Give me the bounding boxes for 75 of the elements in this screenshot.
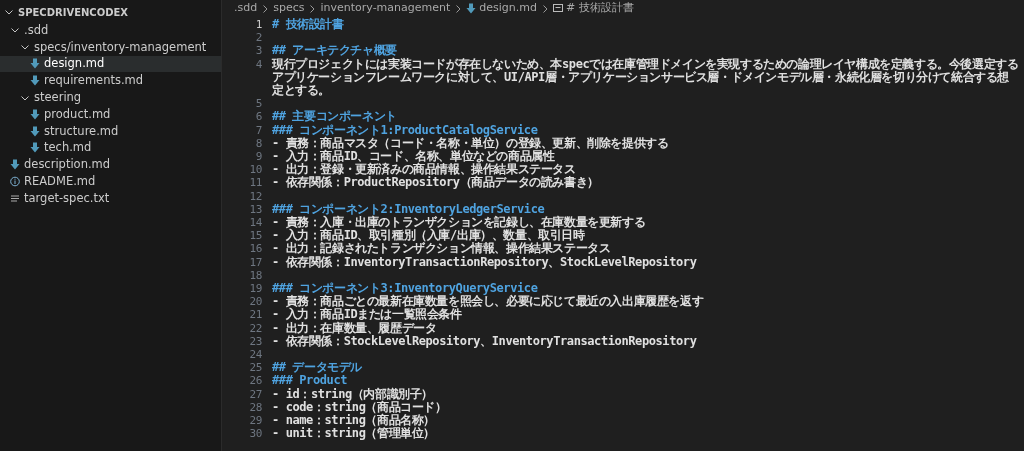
text-line: - 入力：商品ID、取引種別（入庫/出庫）、数量、取引日時	[272, 228, 585, 243]
heading-line: ## アーキテクチャ概要	[272, 43, 397, 58]
line-number: 17	[248, 255, 262, 269]
heading-line: ### コンポーネント2:InventoryLedgerService	[272, 201, 545, 216]
file-name[interactable]: requirements.md	[44, 72, 144, 90]
info-icon	[10, 176, 20, 188]
line-number: 5	[254, 97, 262, 111]
line-number: 6	[254, 110, 262, 124]
text-line: - 依存関係：ProductRepository（商品データの読み書き）	[272, 175, 599, 190]
file-name[interactable]: structure.md	[44, 122, 119, 140]
line-number: 13	[248, 202, 262, 217]
file-name[interactable]: tech.md	[44, 139, 92, 157]
file-name[interactable]: description.md	[24, 156, 111, 174]
heading-line: ### コンポーネント1:ProductCatalogService	[272, 122, 538, 137]
breadcrumb-item[interactable]: # 技術設計書	[566, 0, 634, 17]
download-arrow-icon	[30, 125, 40, 137]
line-number: 29	[248, 414, 262, 428]
line-number: 21	[248, 308, 262, 322]
line-number: 8	[254, 136, 262, 151]
breadcrumb-item[interactable]: design.md	[479, 0, 537, 17]
symbol-icon	[553, 3, 563, 14]
breadcrumb-item[interactable]: specs	[273, 0, 305, 17]
line-number: 4	[254, 57, 262, 73]
breadcrumb-item[interactable]: inventory-management	[320, 0, 451, 17]
line-number: 1	[254, 18, 262, 32]
text-line: - 出力：在庫数量、履歴データ	[272, 320, 437, 335]
explorer-title[interactable]: SPECDRIVENCODEX	[18, 4, 129, 20]
line-number: 22	[248, 321, 262, 335]
line-number: 20	[248, 295, 262, 309]
download-arrow-icon	[30, 75, 40, 87]
line-number: 25	[248, 361, 262, 375]
text-line: - 依存関係：InventoryTransactionRepository、StockLevelRepository	[272, 254, 697, 269]
download-arrow-icon	[10, 159, 20, 171]
line-number: 16	[248, 242, 262, 256]
text-line: - id：string（内部識別子）	[272, 386, 434, 401]
line-number: 27	[248, 387, 262, 401]
line-number: 26	[248, 374, 262, 388]
chevron-right-icon	[540, 3, 550, 14]
file-name[interactable]: product.md	[44, 105, 111, 123]
folder-name[interactable]: specs/inventory-management	[34, 38, 207, 56]
line-number: 12	[248, 189, 262, 203]
text-line: - code：string（商品コード）	[272, 399, 447, 414]
download-arrow-icon	[30, 142, 40, 154]
line-number: 9	[254, 150, 262, 164]
line-number: 10	[248, 163, 262, 177]
line-number: 11	[248, 176, 262, 190]
text-line: - name：string（商品名称）	[272, 413, 436, 428]
line-number: 28	[248, 400, 262, 415]
download-arrow-icon	[30, 58, 40, 70]
line-number: 2	[254, 31, 262, 45]
text-line: - 入力：商品IDまたは一覧照会条件	[272, 307, 462, 322]
download-arrow-icon	[466, 3, 477, 14]
line-number: 14	[248, 216, 262, 230]
text-line: - 出力：記録されたトランザクション情報、操作結果ステータス	[272, 241, 611, 256]
heading-line: ## データモデル	[272, 360, 363, 375]
breadcrumb-item[interactable]: .sdd	[234, 0, 258, 17]
line-number: 15	[248, 229, 262, 243]
file-name[interactable]: README.md	[24, 172, 96, 191]
line-number: 24	[248, 348, 262, 362]
folder-name[interactable]: .sdd	[24, 21, 49, 40]
text-line: - 依存関係：StockLevelRepository、InventoryTransactionRepository	[272, 333, 697, 348]
line-number: 19	[248, 282, 262, 296]
heading-line: ## 主要コンポーネント	[272, 109, 397, 124]
text-line: - unit：string（管理単位）	[272, 426, 436, 441]
folder-name[interactable]: steering	[34, 88, 82, 107]
line-number: 18	[248, 268, 262, 283]
line-number: 23	[248, 334, 262, 349]
line-number: 3	[254, 44, 262, 58]
line-number: 30	[248, 427, 262, 441]
text-line: 現行プロジェクトには実装コードが存在しないため、本specでは在庫管理ドメインを実現するための論理レイヤ構成を定義する。今後選定するアプリケーションフレームワークに対して、UI/API層・アプリケーションサービス層・ドメインモデル層・永続化層を切り分けて統合する想定とする。	[272, 56, 1019, 97]
file-name[interactable]: target-spec.txt	[24, 189, 110, 207]
heading-line: ### Product	[272, 373, 348, 388]
line-number: 7	[254, 123, 262, 137]
heading-line: # 技術設計書	[272, 17, 344, 31]
download-arrow-icon	[30, 108, 40, 120]
